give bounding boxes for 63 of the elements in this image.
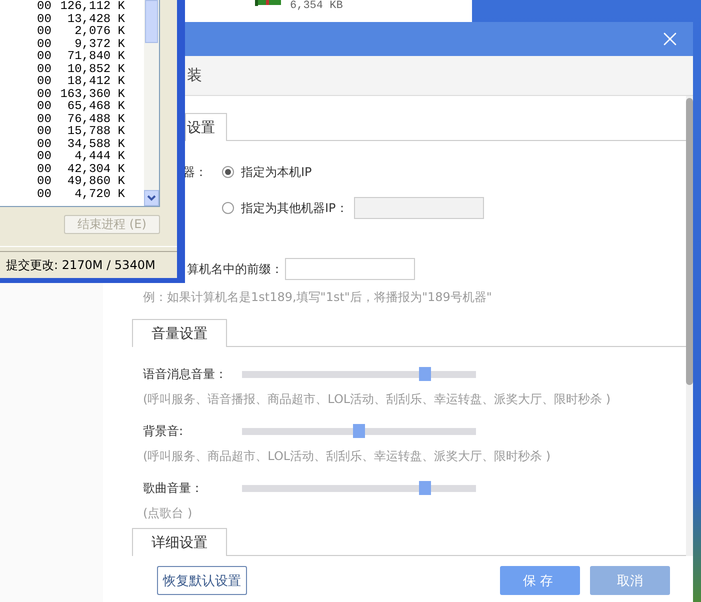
cpu-cell-text: 00 (37, 112, 52, 125)
memory-cell: 2,076 K (74, 25, 125, 38)
slider-label: 背景音: (143, 422, 184, 440)
tab-label[interactable]: 装 (187, 66, 202, 85)
scrollbar[interactable] (144, 0, 159, 206)
hint-text: 例：如果计算机名是1st189,填写"1st"后，将播报为"189号机器" (143, 288, 492, 306)
cpu-cell-text: 00 (37, 188, 52, 200)
memory-cell: 18,412 K (67, 75, 125, 88)
cpu-cell-text: 00 (37, 88, 52, 100)
memory-cell: 76,488 K (67, 112, 125, 125)
memory-cell: 163,360 K (60, 88, 125, 100)
cpu-cell-text: 00 (37, 100, 52, 112)
cpu-cell-text: 00 (37, 62, 52, 75)
memory-cell: 4,444 K (74, 150, 125, 162)
chevron-down-icon[interactable] (147, 195, 156, 201)
memory-cell: 13,428 K (67, 12, 125, 25)
slider-label: 歌曲音量： (143, 480, 204, 496)
package-icon (255, 0, 281, 6)
hint-text: (点歌台 ) (143, 504, 192, 522)
cpu-cell-text: 00 (37, 75, 52, 88)
memory-cell: 126,112 K (60, 0, 125, 12)
memory-cell: 34,588 K (67, 138, 125, 150)
file-size: 6,354 KB (290, 0, 343, 12)
hint-text: (呼叫服务、商品超市、LOL活动、刮刮乐、幸运转盘、派奖大厅、限时秒杀 ) (143, 448, 551, 464)
radio-label: 指定为本机IP (241, 164, 312, 180)
memory-cell: 65,468 K (67, 100, 125, 112)
memory-cell: 71,840 K (67, 50, 125, 62)
cpu-cell-text: 00 (37, 12, 52, 25)
cpu-cell-text: 00 (37, 162, 52, 175)
section-tab[interactable]: 设置 (185, 113, 227, 141)
cpu-cell-text: 00 (37, 25, 52, 38)
slider-thumb[interactable] (353, 424, 365, 438)
reset-button[interactable]: 恢复默认设置 (157, 566, 247, 595)
slider-thumb[interactable] (418, 366, 431, 380)
cpu-cell-text: 00 (37, 138, 52, 150)
memory-cell: 42,304 K (67, 162, 125, 175)
cpu-cell-text: 00 (37, 150, 52, 162)
prefix-field[interactable] (285, 258, 415, 280)
section-tab[interactable]: 音量设置 (132, 319, 227, 347)
memory-cell: 10,852 K (67, 62, 125, 75)
radio-button[interactable] (222, 166, 234, 178)
radio-button[interactable] (222, 202, 234, 214)
hint-text: (呼叫服务、语音播报、商品超市、LOL活动、刮刮乐、幸运转盘、派奖大厅、限时秒杀 ) (143, 390, 611, 408)
slider-thumb[interactable] (418, 480, 431, 494)
section-tab[interactable]: 详细设置 (132, 528, 227, 556)
memory-cell: 9,372 K (74, 38, 125, 50)
scrollbar[interactable] (686, 96, 693, 556)
cpu-cell-text: 00 (37, 38, 52, 50)
ip-field[interactable] (354, 197, 484, 219)
memory-cell: 4,720 K (74, 188, 125, 200)
field-label: 器： (183, 164, 208, 180)
status-text: 提交更改: 2170M / 5340M (6, 256, 156, 274)
cpu-cell-text: 00 (37, 0, 52, 12)
slider-label: 语音消息音量： (143, 366, 228, 382)
cpu-cell-text: 00 (37, 50, 52, 62)
cpu-cell-text: 00 (37, 125, 52, 138)
scroll-thumb[interactable] (686, 98, 693, 385)
cpu-cell-text: 00 (37, 175, 52, 188)
radio-label: 指定为其他机器IP： (241, 200, 348, 216)
memory-cell: 49,860 K (67, 175, 125, 188)
scroll-thumb[interactable] (145, 0, 158, 43)
field-label: 算机名中的前缀： (187, 260, 283, 278)
memory-cell: 15,788 K (67, 125, 125, 138)
